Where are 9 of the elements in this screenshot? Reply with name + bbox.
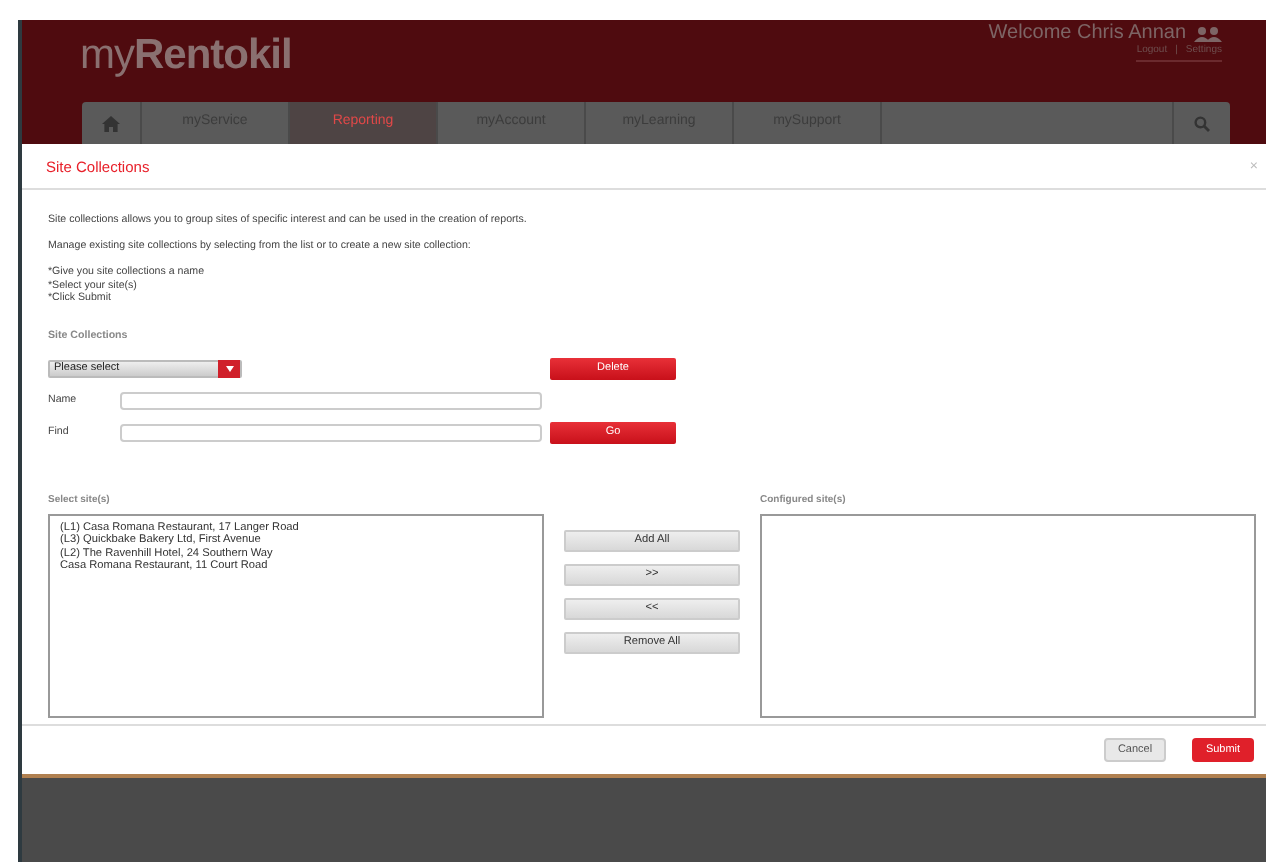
caret-icon [225, 365, 233, 371]
find-field[interactable] [120, 423, 542, 441]
configured-list[interactable] [760, 513, 1256, 717]
search-icon [1194, 115, 1210, 131]
name-field[interactable] [120, 391, 542, 409]
logo: myRentokil [80, 32, 292, 82]
home-icon [102, 115, 120, 131]
people-icon [1194, 25, 1222, 41]
welcome-text: Welcome Chris Annan [988, 22, 1222, 44]
